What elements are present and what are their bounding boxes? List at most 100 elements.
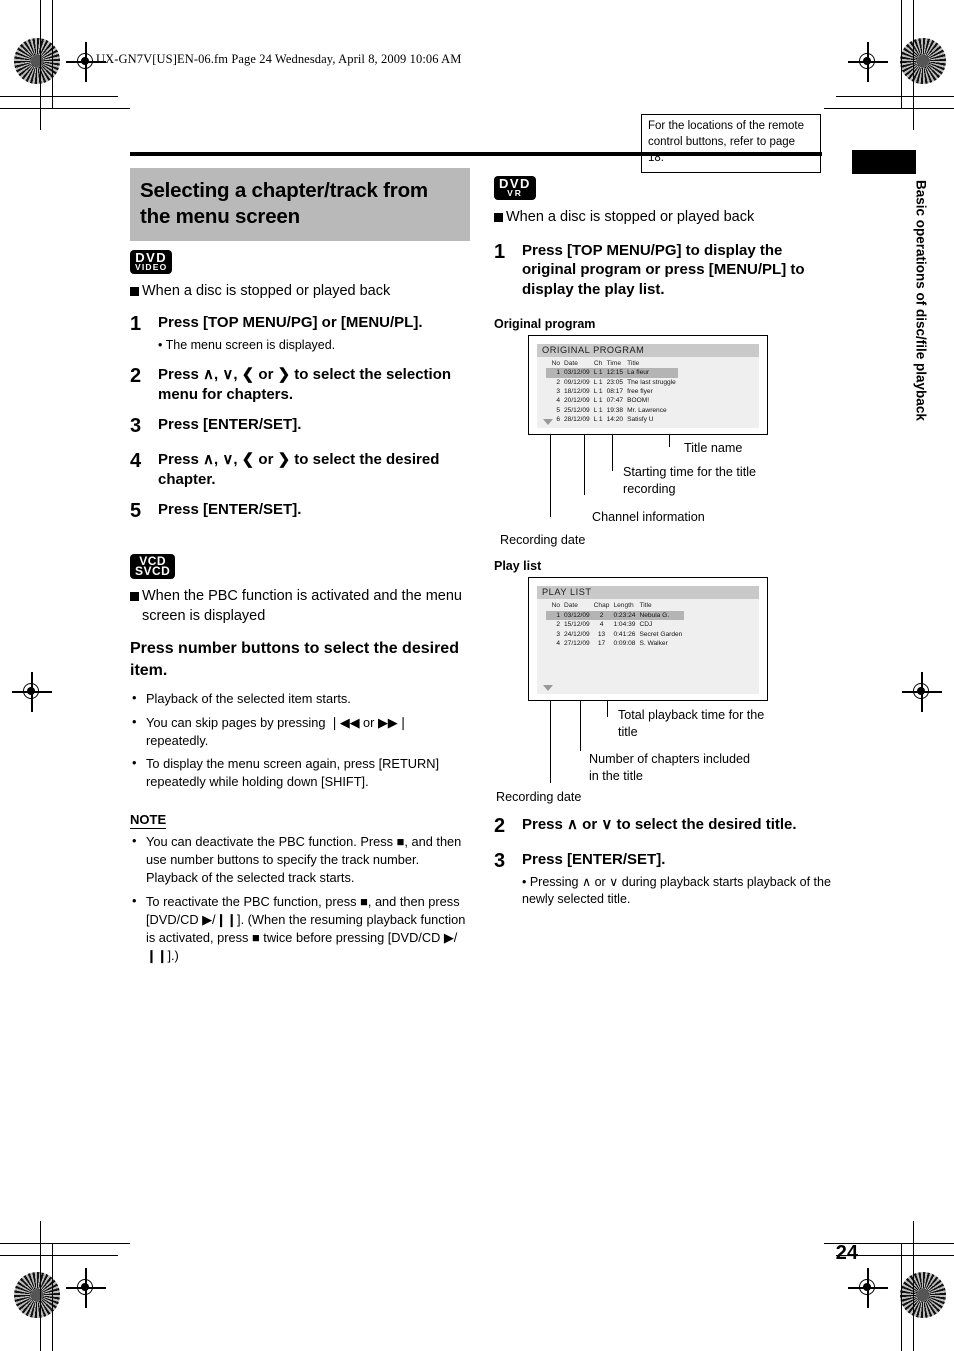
- vr-step-1: 1 Press [TOP MENU/PG] to display the ori…: [494, 241, 834, 300]
- table-row[interactable]: 4 20/12/09 L 1 07:47 BOOM!: [546, 396, 678, 405]
- callout-total-playback-time: Total playback time for the title: [618, 708, 765, 740]
- play-list-figure: PLAY LIST No Date Chap Length Title 1 03…: [528, 577, 768, 702]
- cell-time: 08:17: [606, 388, 624, 396]
- table-row[interactable]: 5 25/12/09 L 1 19:38 Mr. Lawrence: [546, 406, 678, 415]
- cell-no: 2: [556, 621, 560, 629]
- cell-title: The last struggle: [627, 378, 676, 386]
- table-row[interactable]: 1 03/12/09 L 1 12:15 La fleur: [546, 368, 678, 378]
- note-bullet-list: You can deactivate the PBC function. Pre…: [130, 832, 470, 966]
- list-item: You can skip pages by pressing ❘◀◀ or ▶▶…: [130, 713, 470, 750]
- registration-mark-right-mid: [902, 672, 942, 712]
- osd-title-bar: ORIGINAL PROGRAM: [537, 343, 759, 357]
- vr-step-3-number: 3: [494, 850, 506, 873]
- cell-date: 15/12/09: [564, 621, 590, 629]
- crop-mark-top-right: [824, 0, 954, 130]
- leader-line-start-time: [612, 435, 613, 472]
- page-number: 24: [835, 1242, 858, 1264]
- play-list-callouts: Total playback time for the title Number…: [494, 701, 834, 807]
- cell-title: La fleur: [625, 368, 678, 378]
- callout-recording-date: Recording date: [496, 790, 582, 805]
- table-row[interactable]: 4 27/12/09 17 0:09:08 S. Walker: [546, 639, 684, 648]
- callout-recording-date: Recording date: [500, 533, 586, 548]
- left-column: Selecting a chapter/track from the menu …: [130, 168, 470, 970]
- col-title: Title: [627, 359, 640, 367]
- leader-line-total-time: [607, 701, 608, 718]
- cell-time: 14:20: [606, 416, 624, 424]
- table-header-row: No Date Chap Length Title: [546, 601, 684, 610]
- cell-length: 1:04:39: [613, 621, 636, 629]
- cell-no: 5: [556, 406, 560, 414]
- col-no: No: [551, 359, 560, 367]
- vr-step-1-text: Press [TOP MENU/PG] to display the origi…: [522, 241, 805, 299]
- step-5: 5 Press [ENTER/SET].: [130, 500, 470, 524]
- cell-date: 25/12/09: [564, 406, 590, 414]
- vr-step-1-number: 1: [494, 240, 506, 263]
- step-4-text: Press ∧, ∨, ❮ or ❯ to select the desired…: [158, 450, 440, 488]
- cell-title: CDJ: [639, 621, 653, 629]
- square-bullet-icon: [130, 592, 139, 602]
- osd-title-bar: PLAY LIST: [537, 586, 759, 600]
- step-2-number: 2: [130, 364, 142, 387]
- step-1-number: 1: [130, 313, 142, 336]
- side-tab-label: Basic operations of disc/file playback: [913, 180, 929, 421]
- cell-date: 20/12/09: [564, 397, 590, 405]
- cell-date: 27/12/09: [564, 639, 590, 647]
- leader-line-title-name: [669, 435, 670, 448]
- side-tab-marker: [852, 150, 916, 174]
- step-2-text: Press ∧, ∨, ❮ or ❯ to select the selecti…: [158, 365, 452, 403]
- step-1-sub: • The menu screen is displayed.: [158, 337, 336, 352]
- step-4: 4 Press ∧, ∨, ❮ or ❯ to select the desir…: [130, 450, 470, 490]
- callout-start-time: Starting time for the title recording: [623, 465, 756, 497]
- play-list-caption: Play list: [494, 559, 542, 574]
- cell-chap: 13: [597, 630, 606, 638]
- table-row[interactable]: 1 03/12/09 2 0:23:24 Nebula G.: [546, 610, 685, 621]
- scroll-down-arrow-icon[interactable]: [543, 419, 553, 426]
- cell-date: 09/12/09: [564, 378, 590, 386]
- pbc-bullet-list: Playback of the selected item starts. Yo…: [130, 689, 470, 791]
- play-list-osd: PLAY LIST No Date Chap Length Title 1 03…: [537, 586, 759, 695]
- table-row[interactable]: 3 18/12/09 L 1 08:17 free flyer: [546, 387, 678, 396]
- scroll-down-arrow-icon[interactable]: [543, 685, 553, 692]
- original-program-osd: ORIGINAL PROGRAM No Date Ch Time Title 1…: [537, 343, 759, 429]
- callout-channel-info: Channel information: [592, 510, 705, 525]
- cell-length: 0:41:26: [613, 630, 636, 638]
- table-row[interactable]: 6 28/12/09 L 1 14:20 Satisfy U: [546, 415, 678, 424]
- header-rule: [130, 152, 822, 156]
- cell-date: 28/12/09: [564, 416, 590, 424]
- pbc-condition-line: When the PBC function is activated and t…: [130, 587, 470, 626]
- cell-date: 24/12/09: [564, 630, 590, 638]
- right-column: DVD VR When a disc is stopped or played …: [494, 176, 834, 908]
- table-row[interactable]: 2 15/12/09 4 1:04:39 CDJ: [546, 620, 684, 629]
- col-time: Time: [606, 359, 622, 367]
- cell-no: 1: [546, 368, 562, 378]
- osd-title-original-program: ORIGINAL PROGRAM: [542, 344, 649, 355]
- crop-mark-bottom-right: [824, 1221, 954, 1351]
- cell-ch: L 1: [593, 378, 603, 386]
- step-3-text: Press [ENTER/SET].: [158, 416, 302, 434]
- table-row[interactable]: 2 09/12/09 L 1 23:05 The last struggle: [546, 378, 678, 387]
- vcd-badge-line2: SVCD: [135, 564, 171, 579]
- cell-time: 19:38: [606, 406, 624, 414]
- list-item: You can deactivate the PBC function. Pre…: [130, 832, 470, 887]
- vr-step-3-text: Press [ENTER/SET].: [522, 851, 666, 869]
- page-title: Selecting a chapter/track from the menu …: [130, 168, 470, 242]
- vr-step-2-number: 2: [494, 815, 506, 838]
- cell-chap: 4: [599, 621, 604, 629]
- cell-title: Nebula G.: [637, 610, 685, 621]
- cell-date: 18/12/09: [564, 388, 590, 396]
- col-date: Date: [564, 602, 578, 610]
- vr-step-3-sub: • Pressing ∧ or ∨ during playback starts…: [522, 874, 831, 906]
- col-ch: Ch: [593, 359, 603, 367]
- cell-no: 3: [556, 388, 560, 396]
- list-item: To reactivate the PBC function, press ■,…: [130, 892, 470, 966]
- cell-date: 03/12/09: [562, 610, 592, 621]
- osd-title-play-list: PLAY LIST: [542, 587, 596, 598]
- list-item: To display the menu screen again, press …: [130, 754, 470, 791]
- table-row[interactable]: 3 24/12/09 13 0:41:26 Secret Garden: [546, 630, 684, 639]
- cell-title: S. Walker: [639, 639, 668, 647]
- vcd-svcd-badge-icon: VCD SVCD: [130, 554, 176, 580]
- callout-number-of-chapters: Number of chapters included in the title: [589, 752, 751, 784]
- cell-title: BOOM!: [627, 397, 650, 405]
- file-header-text: UX-GN7V[US]EN-06.fm Page 24 Wednesday, A…: [96, 52, 462, 66]
- table-header-row: No Date Ch Time Title: [546, 359, 678, 368]
